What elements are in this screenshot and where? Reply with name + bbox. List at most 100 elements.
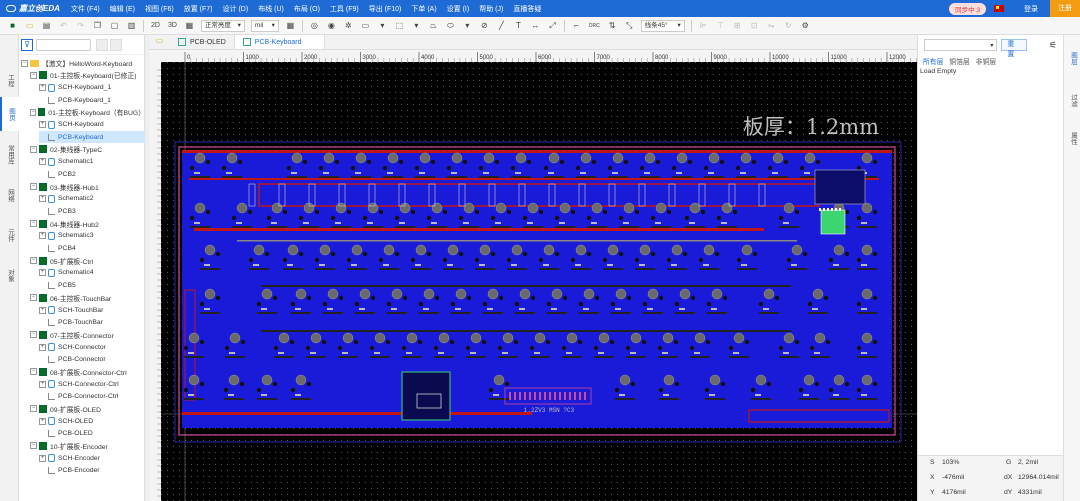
- expand-icon[interactable]: +: [39, 84, 46, 92]
- menu-item[interactable]: 设置 (I): [442, 4, 475, 14]
- collapse-button[interactable]: [96, 38, 108, 51]
- tree-item[interactable]: − 06-主控板-TouchBar: [30, 292, 145, 304]
- redo-icon[interactable]: ↷: [74, 19, 87, 32]
- tab-pcb-oled[interactable]: PCB-OLED: [170, 35, 235, 49]
- tree-item[interactable]: + SCH-Keyboard_1: [39, 82, 145, 94]
- via-icon[interactable]: ◉: [325, 19, 338, 32]
- app-logo[interactable]: 嘉立创EDA: [0, 3, 66, 14]
- measure-icon[interactable]: ↔: [529, 19, 542, 32]
- tab-nets[interactable]: 网络: [0, 180, 19, 210]
- ellipse-icon[interactable]: ⬭: [444, 19, 457, 32]
- gear-icon[interactable]: ⚙: [799, 19, 812, 32]
- expand-icon[interactable]: +: [39, 417, 46, 425]
- tree-item[interactable]: + SCH-OLED: [39, 415, 145, 427]
- line-icon[interactable]: ╱: [495, 19, 508, 32]
- tree-item[interactable]: PCB5: [39, 279, 145, 291]
- expand-icon[interactable]: +: [39, 121, 46, 129]
- align-left-icon[interactable]: ⊫: [697, 19, 710, 32]
- tree-item[interactable]: + SCH-Keyboard: [39, 119, 145, 131]
- tab-common-library[interactable]: 常用库: [0, 135, 19, 175]
- tree-item[interactable]: PCB-OLED: [39, 428, 145, 440]
- distribute-icon[interactable]: ⊞: [731, 19, 744, 32]
- search-input[interactable]: [36, 38, 91, 51]
- layer-icon[interactable]: ▦: [183, 19, 196, 32]
- new-project-icon[interactable]: ■: [6, 19, 19, 32]
- tree-item[interactable]: + Schematic3: [39, 230, 145, 242]
- collapse-icon[interactable]: −: [30, 257, 37, 265]
- flip-icon[interactable]: ⇋: [765, 19, 778, 32]
- ratline-icon[interactable]: ⇅: [606, 19, 619, 32]
- pcb-canvas[interactable]: 0 1000 2000 3000 4000 5000 6000 7000 8000 9000 100…: [149, 50, 917, 501]
- tree-item[interactable]: + Schematic1: [39, 156, 145, 168]
- tree-item[interactable]: − 【激文】HelloWord-Keyboard: [21, 57, 145, 69]
- layer-preset-select[interactable]: ▾: [924, 39, 998, 51]
- tree-item[interactable]: PCB-Keyboard_1: [39, 94, 145, 106]
- route-angle-select[interactable]: 线条45° ▾: [640, 19, 685, 32]
- tree-item[interactable]: PCB-Encoder: [39, 465, 145, 477]
- tree-item[interactable]: PCB-Connector: [39, 353, 145, 365]
- menu-item[interactable]: 文件 (F4): [66, 4, 105, 14]
- expand-icon[interactable]: +: [39, 454, 46, 462]
- menu-item[interactable]: 视图 (F6): [140, 4, 179, 14]
- menu-item[interactable]: 下单 (A): [406, 4, 441, 14]
- folder-icon[interactable]: ▭: [153, 34, 166, 47]
- tab-all-layers[interactable]: 所有层: [920, 56, 946, 66]
- save-icon[interactable]: ▤: [40, 19, 53, 32]
- tree-item[interactable]: + SCH-Connector: [39, 341, 145, 353]
- tree-item[interactable]: − 09-扩展板-OLED: [30, 403, 145, 415]
- pcb-drawing[interactable]: 0 1000 2000 3000 4000 5000 6000 7000 8000 9000 100…: [149, 50, 917, 501]
- clipboard-icon[interactable]: ▢: [108, 19, 121, 32]
- tree-item[interactable]: − 10-扩展板-Encoder: [30, 440, 145, 452]
- collapse-icon[interactable]: −: [21, 59, 28, 67]
- tab-objects[interactable]: 对象: [0, 260, 19, 290]
- collapse-icon[interactable]: −: [30, 442, 37, 450]
- undo-icon[interactable]: ↶: [57, 19, 70, 32]
- menu-item[interactable]: 工具 (F9): [325, 4, 364, 14]
- grid-icon[interactable]: ▦: [284, 19, 297, 32]
- route-icon[interactable]: ⌐: [570, 19, 583, 32]
- collapse-icon[interactable]: −: [30, 331, 37, 339]
- menu-item[interactable]: 布线 (U): [253, 4, 289, 14]
- tree-item[interactable]: − 01-主控板-Keyboard（有BUG）: [30, 106, 145, 118]
- sync-badge[interactable]: 同步中 3: [949, 2, 986, 15]
- region-icon[interactable]: ⏢: [427, 19, 440, 32]
- collapse-icon[interactable]: −: [30, 220, 37, 228]
- tab-pages[interactable]: 图页: [0, 97, 19, 131]
- collapse-icon[interactable]: −: [30, 294, 37, 302]
- rect-icon[interactable]: ▭: [359, 19, 372, 32]
- tab-properties[interactable]: 属性: [1064, 123, 1080, 153]
- login-button[interactable]: 登录: [1024, 4, 1038, 14]
- expand-icon[interactable]: +: [39, 343, 46, 351]
- tree-item[interactable]: − 08-扩展板-Connector-Ctrl: [30, 366, 145, 378]
- menu-item[interactable]: 编辑 (E): [105, 4, 140, 14]
- unit-select[interactable]: mil ▾: [250, 19, 279, 32]
- dropdown-icon[interactable]: ▾: [410, 19, 423, 32]
- view-3d-button[interactable]: 3D: [166, 19, 179, 32]
- view-2d-button[interactable]: 2D: [149, 19, 162, 32]
- language-flag-icon[interactable]: [994, 5, 1004, 12]
- delete-icon[interactable]: ▥: [125, 19, 138, 32]
- tab-project[interactable]: 工程: [0, 65, 19, 95]
- tree-item[interactable]: − 04-集线器-Hub2: [30, 218, 145, 230]
- tree-item[interactable]: − 01-主控板-Keyboard(已修正): [30, 69, 145, 81]
- filter-icon[interactable]: ⊽: [21, 38, 33, 51]
- tree-item[interactable]: PCB4: [39, 242, 145, 254]
- prohibit-icon[interactable]: ⊘: [478, 19, 491, 32]
- tree-item[interactable]: + SCH-TouchBar: [39, 304, 145, 316]
- text-icon[interactable]: T: [512, 19, 525, 32]
- tree-item[interactable]: PCB-Keyboard: [39, 131, 145, 144]
- tab-layers[interactable]: 图层: [1064, 43, 1080, 73]
- collapse-icon[interactable]: −: [30, 405, 37, 413]
- tree-item[interactable]: − 03-集线器-Hub1: [30, 181, 145, 193]
- tree-item[interactable]: − 02-集线器-TypeC: [30, 143, 145, 155]
- collapse-icon[interactable]: −: [30, 145, 37, 153]
- expand-icon[interactable]: +: [39, 269, 46, 277]
- align-top-icon[interactable]: ⊤: [714, 19, 727, 32]
- drc-icon[interactable]: DRC: [587, 19, 602, 32]
- expand-icon[interactable]: +: [39, 158, 46, 166]
- layer-settings-icon[interactable]: ⚟: [1049, 40, 1057, 51]
- expand-icon[interactable]: +: [39, 195, 46, 203]
- route-mode-icon[interactable]: ⤡: [623, 19, 636, 32]
- expand-button[interactable]: [110, 38, 122, 51]
- dimension-icon[interactable]: ⤢: [546, 19, 559, 32]
